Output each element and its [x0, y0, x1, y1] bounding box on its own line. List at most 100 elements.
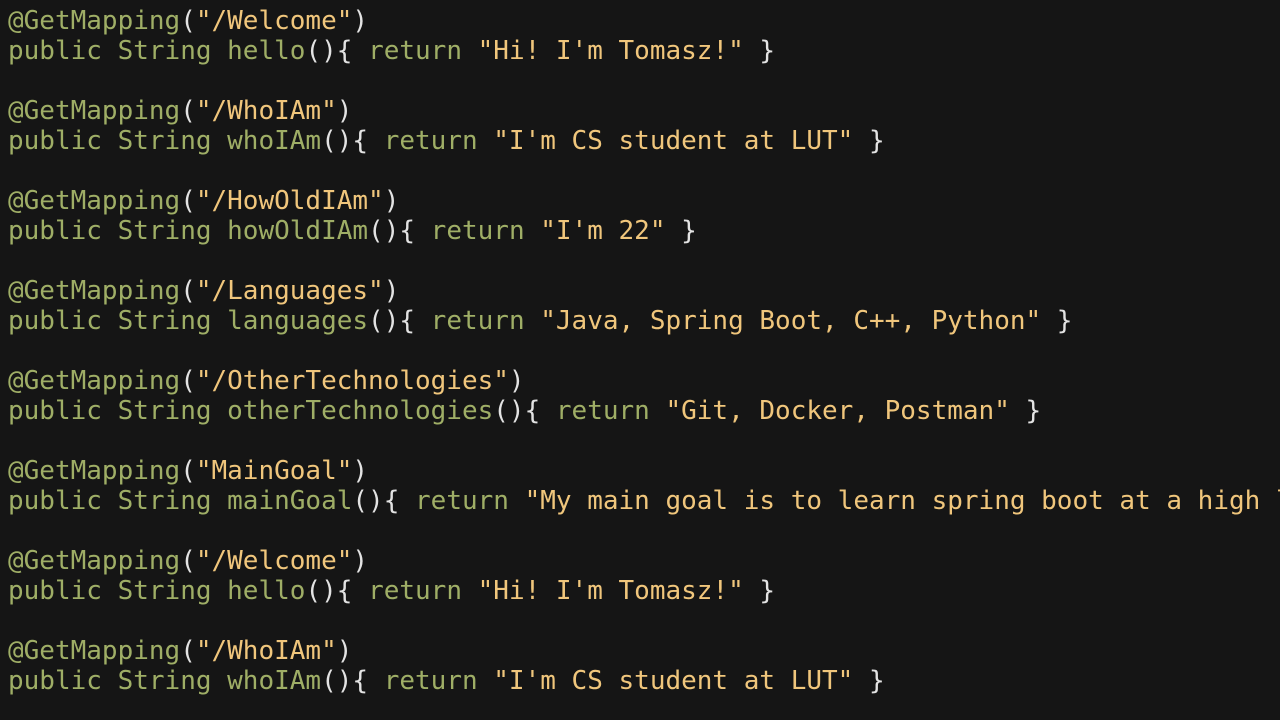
method-name-token: hello — [227, 36, 306, 66]
code-line-annotation[interactable]: @GetMapping("MainGoal") — [8, 456, 1280, 486]
brace-close-token: } — [853, 126, 885, 156]
type-token: String — [117, 216, 212, 246]
return-token: return — [368, 576, 462, 606]
return-value-token: "My main goal is to learn spring boot at… — [524, 486, 1280, 516]
return-token: return — [430, 306, 525, 336]
open-paren-token: ( — [180, 366, 196, 396]
code-editor[interactable]: @GetMapping("/Welcome") public String hel… — [0, 0, 1280, 720]
blank-line[interactable] — [8, 156, 1280, 186]
blank-line[interactable] — [8, 246, 1280, 276]
brace-open-token: (){ — [305, 36, 369, 66]
brace-open-token: (){ — [493, 396, 556, 426]
return-value-token: "Java, Spring Boot, C++, Python" — [540, 306, 1042, 336]
brace-open-token: (){ — [368, 306, 431, 336]
close-paren-token: ) — [352, 546, 369, 576]
open-paren-token: ( — [180, 456, 196, 486]
return-value-token: "I'm CS student at LUT" — [493, 126, 854, 156]
close-paren-token: ) — [383, 276, 400, 306]
path-string-token: "/Welcome" — [195, 546, 353, 576]
brace-close-token: } — [853, 666, 885, 696]
open-paren-token: ( — [180, 636, 196, 666]
brace-open-token: (){ — [368, 216, 431, 246]
code-line-annotation[interactable]: @GetMapping("/HowOldIAm") — [8, 186, 1280, 216]
return-value-token: "Git, Docker, Postman" — [665, 396, 1010, 426]
close-paren-token: ) — [352, 456, 369, 486]
return-token: return — [415, 486, 509, 516]
path-string-token: "/WhoIAm" — [195, 636, 337, 666]
annotation-token: @GetMapping — [8, 546, 181, 576]
return-value-token: "Hi! I'm Tomasz!" — [477, 36, 744, 66]
code-line-annotation[interactable]: @GetMapping("/WhoIAm") — [8, 636, 1280, 666]
close-paren-token: ) — [508, 366, 525, 396]
method-name-token: mainGoal — [227, 486, 353, 516]
modifier-token: public — [8, 486, 102, 516]
path-string-token: "/Welcome" — [195, 6, 353, 36]
return-token: return — [383, 666, 478, 696]
close-paren-token: ) — [352, 6, 369, 36]
annotation-token: @GetMapping — [8, 456, 181, 486]
blank-line[interactable] — [8, 516, 1280, 546]
method-name-token: otherTechnologies — [227, 396, 494, 426]
code-line-method[interactable]: public String whoIAm(){ return "I'm CS s… — [8, 126, 1280, 156]
blank-line[interactable] — [8, 606, 1280, 636]
return-token: return — [430, 216, 525, 246]
code-line-method[interactable]: public String languages(){ return "Java,… — [8, 306, 1280, 336]
method-name-token: hello — [227, 576, 306, 606]
brace-close-token: } — [1041, 306, 1073, 336]
code-line-method[interactable]: public String mainGoal(){ return "My mai… — [8, 486, 1280, 516]
open-paren-token: ( — [180, 186, 196, 216]
brace-close-token: } — [665, 216, 697, 246]
modifier-token: public — [8, 306, 102, 336]
blank-line[interactable] — [8, 426, 1280, 456]
type-token: String — [117, 576, 212, 606]
modifier-token: public — [8, 216, 102, 246]
brace-close-token: } — [743, 576, 776, 606]
close-paren-token: ) — [383, 186, 400, 216]
code-line-method[interactable]: public String howOldIAm(){ return "I'm 2… — [8, 216, 1280, 246]
type-token: String — [117, 126, 212, 156]
code-line-method[interactable]: public String otherTechnologies(){ retur… — [8, 396, 1280, 426]
annotation-token: @GetMapping — [8, 636, 181, 666]
type-token: String — [117, 36, 212, 66]
open-paren-token: ( — [180, 6, 196, 36]
modifier-token: public — [8, 36, 102, 66]
brace-open-token: (){ — [321, 126, 384, 156]
modifier-token: public — [8, 396, 102, 426]
open-paren-token: ( — [180, 546, 196, 576]
open-paren-token: ( — [180, 276, 196, 306]
modifier-token: public — [8, 126, 102, 156]
path-string-token: "/HowOldIAm" — [195, 186, 384, 216]
code-line-annotation[interactable]: @GetMapping("/Welcome") — [8, 546, 1280, 576]
modifier-token: public — [8, 666, 102, 696]
method-name-token: howOldIAm — [227, 216, 369, 246]
return-value-token: "I'm 22" — [540, 216, 666, 246]
return-token: return — [383, 126, 478, 156]
blank-line[interactable] — [8, 336, 1280, 366]
code-line-method[interactable]: public String hello(){ return "Hi! I'm T… — [8, 36, 1280, 66]
return-value-token: "Hi! I'm Tomasz!" — [477, 576, 744, 606]
code-line-annotation[interactable]: @GetMapping("/Welcome") — [8, 6, 1280, 36]
close-paren-token: ) — [336, 96, 353, 126]
annotation-token: @GetMapping — [8, 96, 181, 126]
brace-open-token: (){ — [352, 486, 416, 516]
code-line-annotation[interactable]: @GetMapping("/WhoIAm") — [8, 96, 1280, 126]
code-line-method[interactable]: public String whoIAm(){ return "I'm CS s… — [8, 666, 1280, 696]
code-line-annotation[interactable]: @GetMapping("/Languages") — [8, 276, 1280, 306]
method-name-token: whoIAm — [227, 666, 322, 696]
annotation-token: @GetMapping — [8, 366, 181, 396]
code-line-annotation[interactable]: @GetMapping("/OtherTechnologies") — [8, 366, 1280, 396]
type-token: String — [117, 306, 212, 336]
path-string-token: "MainGoal" — [195, 456, 353, 486]
path-string-token: "/OtherTechnologies" — [195, 366, 509, 396]
return-token: return — [368, 36, 462, 66]
brace-open-token: (){ — [305, 576, 369, 606]
type-token: String — [117, 486, 212, 516]
type-token: String — [117, 666, 212, 696]
blank-line[interactable] — [8, 66, 1280, 96]
return-token: return — [555, 396, 650, 426]
path-string-token: "/Languages" — [195, 276, 384, 306]
code-line-method[interactable]: public String hello(){ return "Hi! I'm T… — [8, 576, 1280, 606]
annotation-token: @GetMapping — [8, 6, 181, 36]
modifier-token: public — [8, 576, 102, 606]
close-paren-token: ) — [336, 636, 353, 666]
